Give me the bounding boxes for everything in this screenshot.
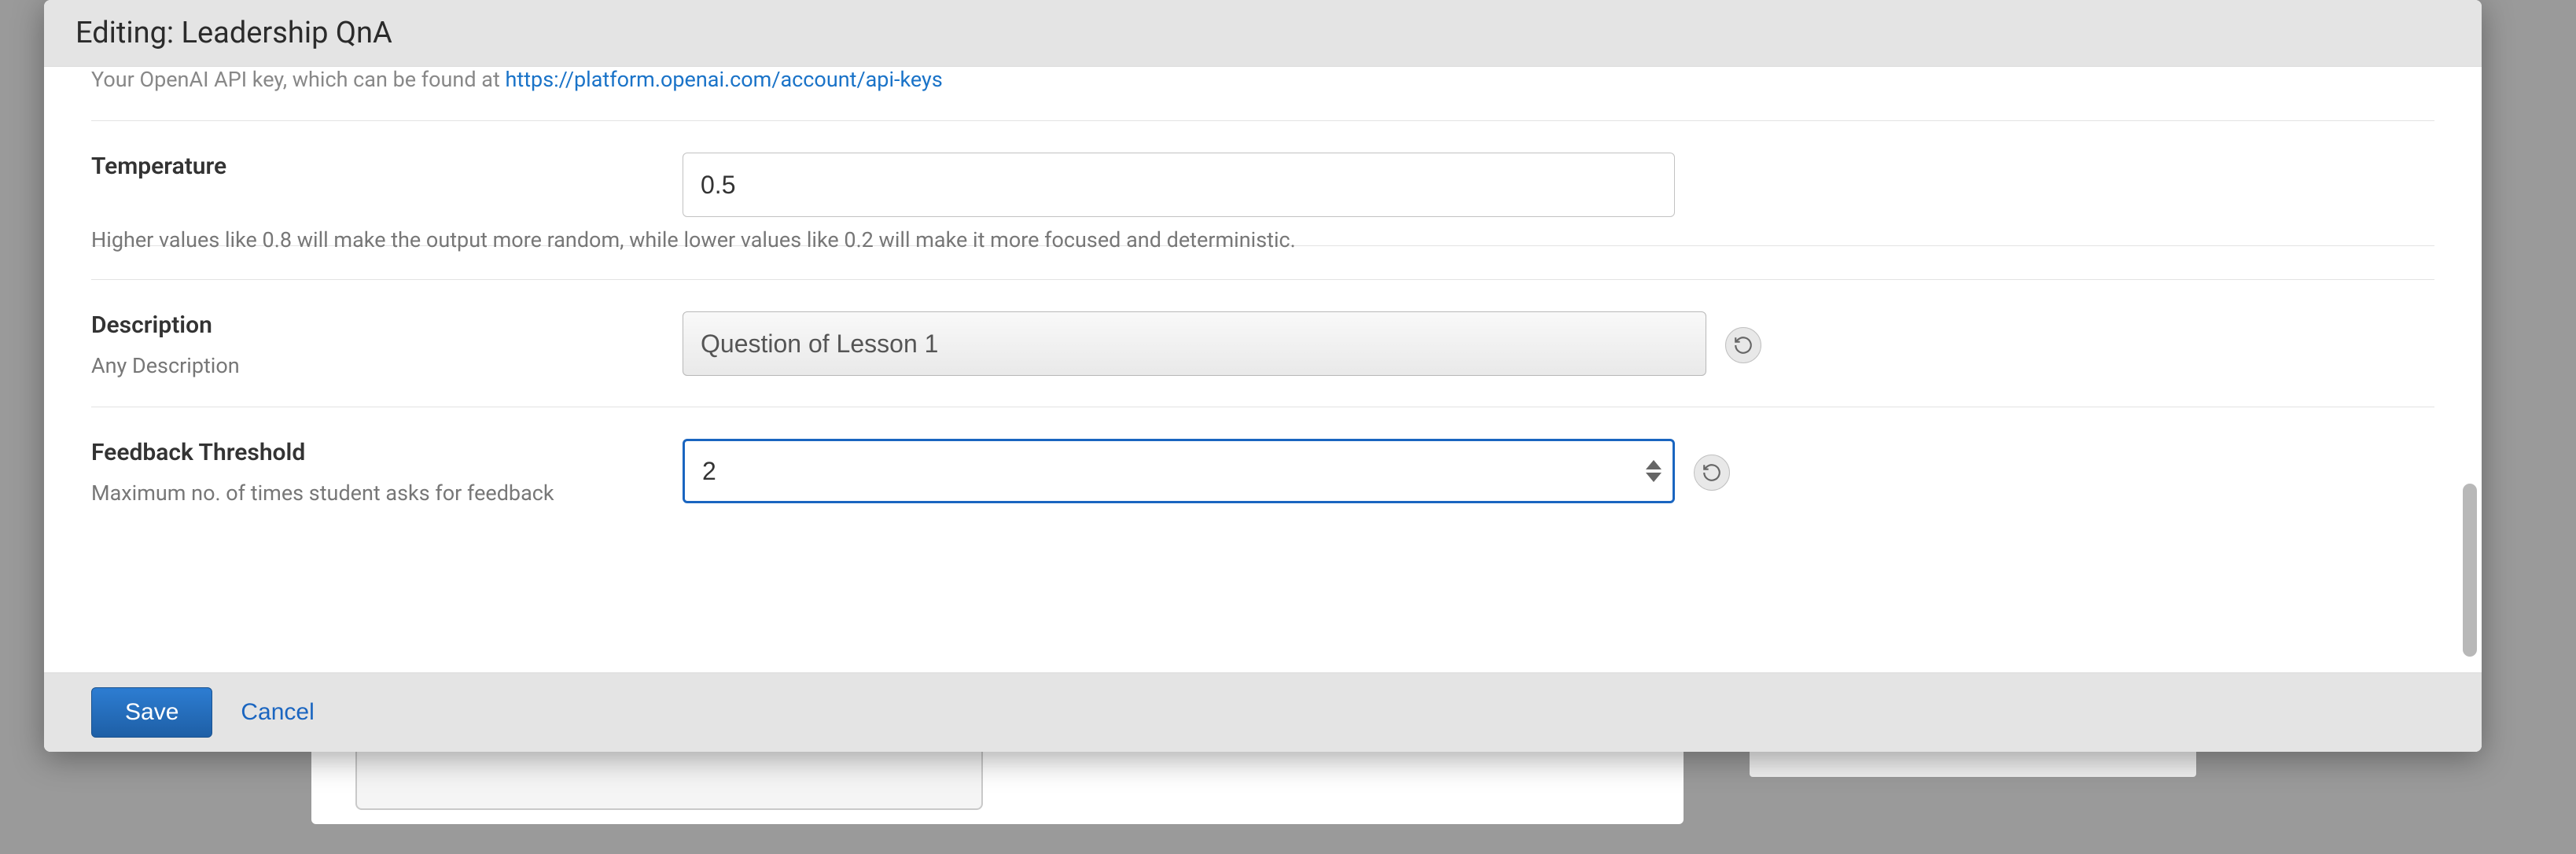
feedback-label: Feedback Threshold: [91, 439, 683, 466]
description-row: Description Any Description: [91, 280, 2434, 407]
scrollbar-thumb[interactable]: [2463, 484, 2477, 657]
feedback-input-wrapper[interactable]: [683, 439, 1675, 503]
feedback-reset-button[interactable]: [1694, 455, 1730, 491]
description-reset-button[interactable]: [1725, 327, 1761, 363]
modal-header: Editing: Leadership QnA: [44, 0, 2482, 67]
feedback-sub: Maximum no. of times student asks for fe…: [91, 480, 683, 506]
feedback-row: Feedback Threshold Maximum no. of times …: [91, 407, 2434, 534]
temperature-help: Higher values like 0.8 will make the out…: [91, 227, 2434, 280]
apikey-help-text: Your OpenAI API key, which can be found …: [91, 67, 943, 92]
number-spinner: [1646, 460, 1662, 482]
modal-title: Editing: Leadership QnA: [75, 16, 2450, 50]
apikey-help-prefix: Your OpenAI API key, which can be found …: [91, 67, 506, 92]
apikey-link[interactable]: https://platform.openai.com/account/api-…: [506, 67, 943, 92]
save-button[interactable]: Save: [91, 687, 212, 738]
description-input[interactable]: [683, 311, 1706, 376]
apikey-help-row: Your OpenAI API key, which can be found …: [91, 67, 2434, 121]
description-label: Description: [91, 311, 683, 339]
temperature-label: Temperature: [91, 153, 683, 180]
feedback-input[interactable]: [702, 441, 1655, 501]
spinner-up-icon[interactable]: [1646, 460, 1662, 469]
cancel-button[interactable]: Cancel: [241, 699, 314, 726]
temperature-input[interactable]: [683, 153, 1675, 217]
undo-icon: [1733, 335, 1754, 355]
edit-modal: Editing: Leadership QnA Your OpenAI API …: [44, 0, 2482, 752]
spinner-down-icon[interactable]: [1646, 473, 1662, 482]
modal-footer: Save Cancel: [44, 672, 2482, 752]
description-sub: Any Description: [91, 353, 683, 378]
undo-icon: [1702, 462, 1722, 483]
modal-body: Your OpenAI API key, which can be found …: [44, 67, 2482, 672]
